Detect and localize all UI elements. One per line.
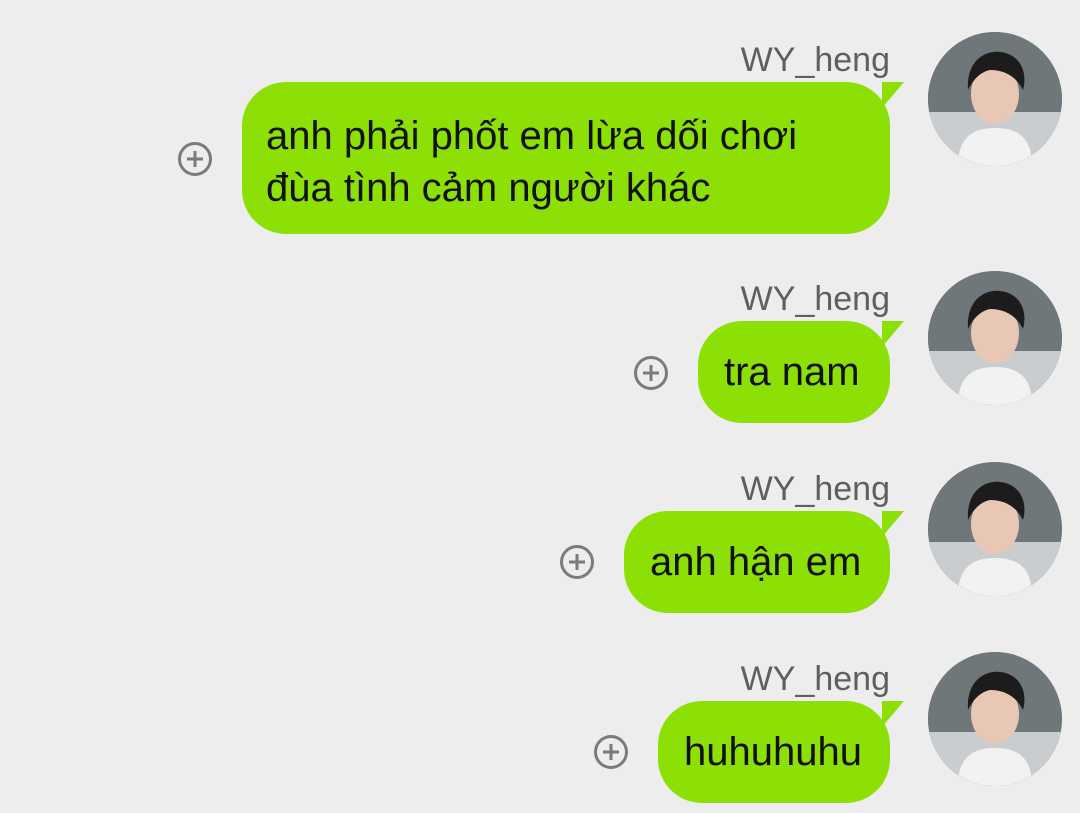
avatar[interactable] [928, 652, 1062, 786]
sender-name: WY_heng [740, 660, 890, 698]
add-circle-icon[interactable] [594, 735, 628, 769]
bubble-tail [882, 701, 904, 727]
message-text: huhuhuhu [684, 730, 862, 774]
avatar-image [928, 652, 1062, 786]
message-bubble[interactable]: huhuhuhu [658, 701, 904, 803]
message-4: WY_heng huhuhuhu [0, 0, 1080, 813]
